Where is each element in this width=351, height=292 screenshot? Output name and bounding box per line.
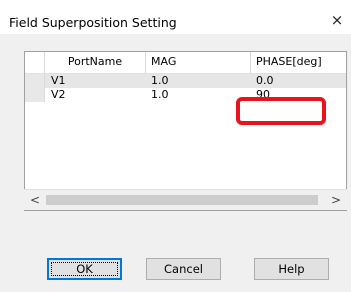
dialog-window: Field Superposition Setting × PortName M… <box>0 0 351 292</box>
port-table: PortName MAG PHASE[deg] V1 1.0 0.0 V2 1.… <box>24 51 347 211</box>
column-header-mag[interactable]: MAG <box>146 52 251 73</box>
dialog-title: Field Superposition Setting <box>9 15 177 30</box>
row-header-corner <box>25 52 45 73</box>
scrollbar-thumb[interactable] <box>46 195 318 205</box>
column-header-portname[interactable]: PortName <box>45 52 146 73</box>
focus-ring <box>51 262 118 276</box>
title-bar: Field Superposition Setting × <box>0 0 351 34</box>
phase-cell[interactable]: 0.0 <box>256 74 346 88</box>
close-icon[interactable]: × <box>327 10 347 30</box>
mag-cell[interactable]: 1.0 <box>151 74 246 88</box>
cancel-button[interactable]: Cancel <box>146 258 221 280</box>
column-header-phase[interactable]: PHASE[deg] <box>251 52 346 73</box>
horizontal-scrollbar[interactable]: < > <box>24 189 347 210</box>
help-button[interactable]: Help <box>254 258 329 280</box>
scroll-left-icon[interactable]: < <box>26 190 44 210</box>
cancel-button-label: Cancel <box>164 262 203 276</box>
ok-button[interactable]: OK <box>47 258 122 280</box>
mag-cell[interactable]: 1.0 <box>151 88 246 102</box>
table-row[interactable]: V1 1.0 0.0 <box>25 74 346 88</box>
phase-cell[interactable]: 90 <box>256 88 346 102</box>
port-name-cell[interactable]: V2 <box>51 88 141 102</box>
help-button-label: Help <box>278 262 305 276</box>
row-selector[interactable] <box>25 88 45 102</box>
table-header: PortName MAG PHASE[deg] <box>25 52 346 74</box>
row-selector[interactable] <box>25 74 45 88</box>
scroll-right-icon[interactable]: > <box>327 190 345 210</box>
table-row[interactable]: V2 1.0 90 <box>25 88 346 102</box>
port-name-cell[interactable]: V1 <box>51 74 141 88</box>
